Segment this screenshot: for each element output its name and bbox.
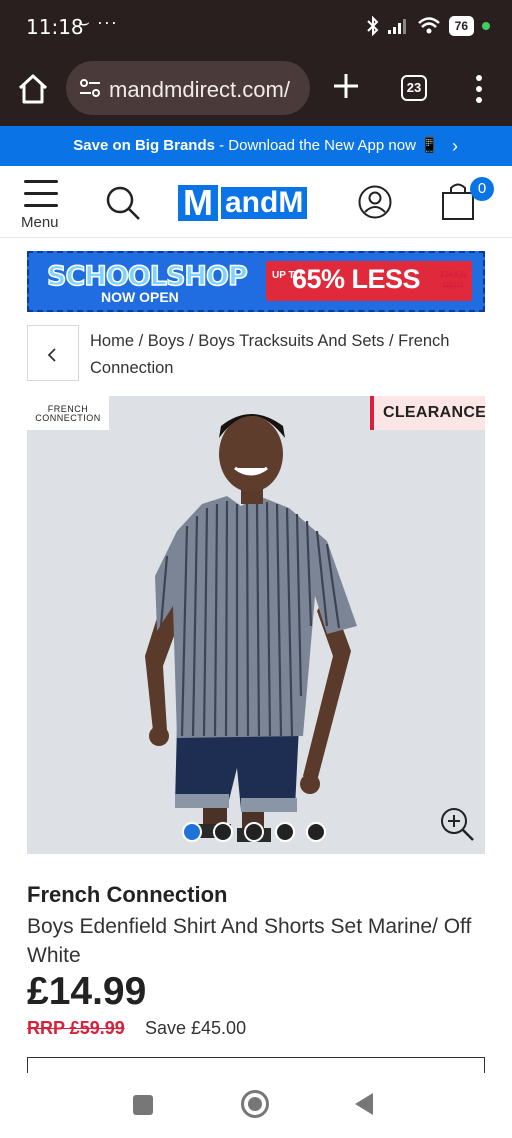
carousel-dot[interactable] [244, 822, 264, 842]
banner-now-open: NOW OPEN [101, 289, 179, 305]
banner-percent: 65% LESS [292, 264, 421, 294]
cart-count-badge: 0 [470, 177, 494, 201]
browser-toolbar: mandmdirect.com/ 23 [0, 56, 512, 126]
school-shop-banner[interactable]: SCHOOLSHOP NOW OPEN UP TO 65% LESS THAN … [27, 251, 485, 312]
recents-icon[interactable] [133, 1095, 153, 1115]
product-photo [27, 396, 485, 854]
menu-button[interactable]: Menu [20, 180, 64, 232]
image-carousel-dots [182, 822, 326, 842]
account-icon[interactable] [357, 184, 393, 220]
site-logo[interactable]: M andM [178, 185, 308, 221]
breadcrumb[interactable]: Home / Boys / Boys Tracksuits And Sets /… [90, 328, 480, 382]
more-options-icon[interactable] [470, 74, 488, 104]
logo-andm: andM [221, 187, 308, 219]
banner-school-shop: SCHOOLSHOP [46, 260, 248, 293]
url-text: mandmdirect.com/ [109, 77, 290, 102]
signal-icon [387, 19, 406, 34]
product-savings: Save £45.00 [145, 1018, 247, 1038]
product-title: Boys Edenfield Shirt And Shorts Set Mari… [27, 915, 472, 967]
back-nav-icon[interactable] [355, 1093, 373, 1115]
search-icon[interactable] [104, 184, 142, 222]
chevron-right-icon: › [452, 136, 458, 156]
carousel-dot[interactable] [275, 822, 295, 842]
site-settings-icon[interactable] [78, 78, 102, 98]
promo-bold-text: Save on Big Brands [73, 137, 215, 154]
battery-icon: 76 [448, 16, 474, 36]
chevron-left-icon [47, 348, 56, 362]
privacy-indicator-icon [482, 22, 490, 30]
new-tab-icon[interactable] [332, 72, 360, 100]
zoom-in-icon[interactable] [439, 806, 475, 842]
banner-than-rrp: THAN RRP [439, 270, 467, 292]
promo-strip[interactable]: Save on Big Brands - Download the New Ap… [0, 126, 512, 166]
banner-deal: UP TO 65% LESS THAN RRP [266, 261, 472, 301]
url-bar[interactable]: mandmdirect.com/ [66, 61, 310, 115]
carousel-dot[interactable] [213, 822, 233, 842]
status-icons: 76 [366, 16, 490, 36]
product-image[interactable]: FRENCH CONNECTION CLEARANCE [27, 396, 485, 854]
brand-logo: FRENCH CONNECTION [27, 396, 109, 430]
bluetooth-icon [366, 16, 379, 36]
promo-text: - Download the New App now 📱 [214, 137, 439, 154]
system-nav-bar [0, 1073, 512, 1138]
product-brand[interactable]: French Connection [27, 882, 227, 908]
status-time: 11:18 [26, 15, 84, 39]
clearance-badge: CLEARANCE [370, 396, 485, 430]
home-icon[interactable] [16, 72, 50, 106]
product-price: £14.99 [27, 970, 147, 1013]
menu-label: Menu [21, 214, 59, 231]
product-rrp: RRP £59.99 [27, 1018, 125, 1038]
carousel-dot[interactable] [182, 822, 202, 842]
status-bar: 11:18 ⌣ ··· 76 [0, 0, 512, 56]
logo-m: M [178, 185, 218, 221]
wifi-icon [417, 17, 440, 34]
home-nav-icon[interactable] [241, 1090, 269, 1118]
notification-icons: ⌣ ··· [78, 12, 118, 32]
hamburger-icon [24, 180, 58, 216]
back-button[interactable] [27, 325, 79, 381]
carousel-dot[interactable] [306, 822, 326, 842]
site-header: Menu M andM [0, 166, 512, 238]
tab-switcher-button[interactable]: 23 [401, 75, 427, 101]
